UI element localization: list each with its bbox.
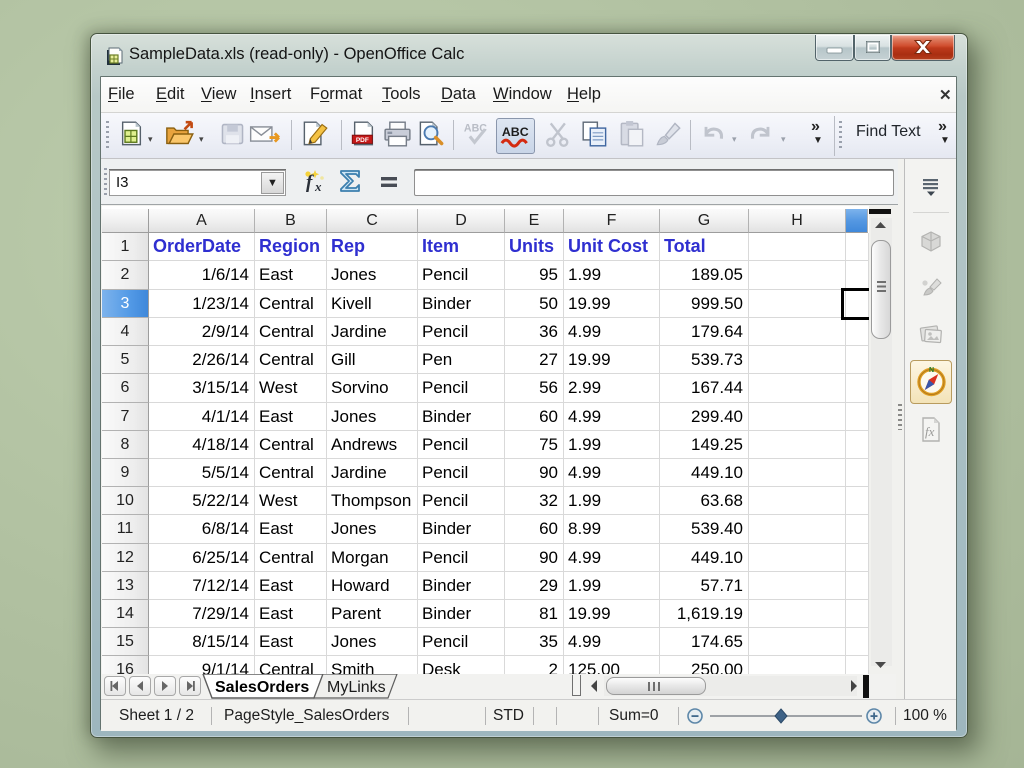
svg-text:ABC: ABC xyxy=(502,125,529,139)
svg-text:MyLinks: MyLinks xyxy=(327,679,386,696)
svg-text:PDF: PDF xyxy=(356,137,369,144)
svg-text:N: N xyxy=(929,367,934,374)
svg-text:x: x xyxy=(314,179,322,194)
svg-text:fx: fx xyxy=(925,424,935,439)
svg-text:SalesOrders: SalesOrders xyxy=(215,679,309,696)
svg-text:f: f xyxy=(306,172,314,193)
